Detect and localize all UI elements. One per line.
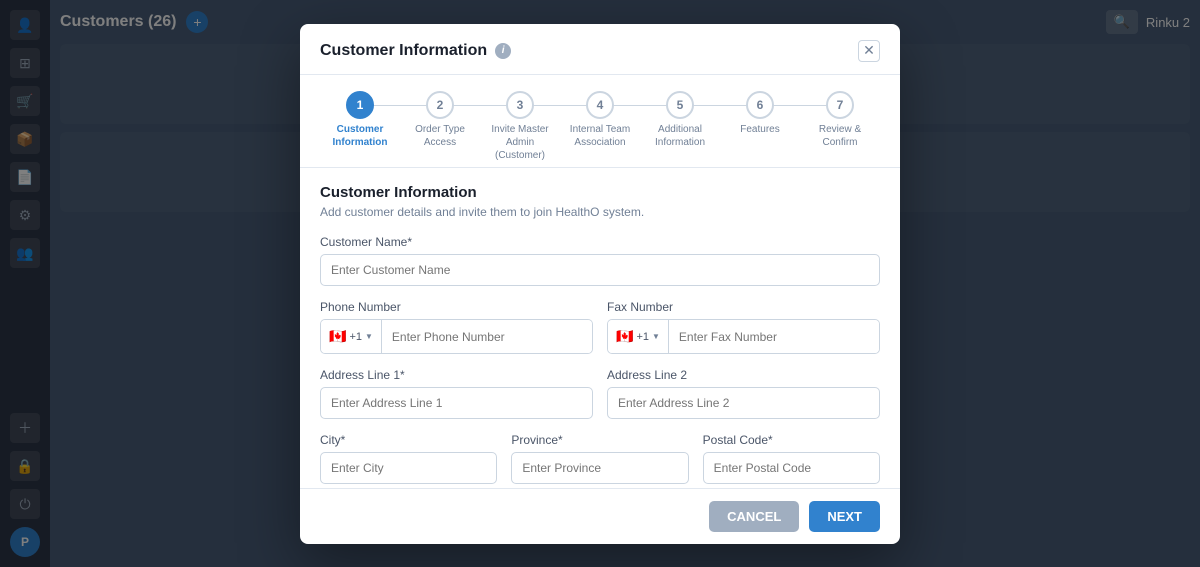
step-circle-6: 6 bbox=[746, 91, 774, 119]
step-label-5: AdditionalInformation bbox=[655, 123, 705, 149]
step-label-7: Review & Confirm bbox=[805, 123, 875, 149]
fax-chevron-icon: ▼ bbox=[652, 332, 660, 341]
address-row: Address Line 1* Address Line 2 bbox=[320, 368, 880, 433]
province-input[interactable] bbox=[511, 452, 688, 484]
fax-country-selector[interactable]: 🇨🇦 +1 ▼ bbox=[608, 320, 669, 353]
step-2[interactable]: 2 Order Type Access bbox=[400, 91, 480, 149]
fax-number-input[interactable] bbox=[669, 320, 879, 353]
address-line2-input[interactable] bbox=[607, 387, 880, 419]
phone-country-code: +1 bbox=[349, 331, 362, 343]
stepper: 1 CustomerInformation 2 Order Type Acces… bbox=[300, 75, 900, 169]
address-line1-input[interactable] bbox=[320, 387, 593, 419]
fax-input-group: 🇨🇦 +1 ▼ bbox=[607, 319, 880, 354]
address-line1-label: Address Line 1* bbox=[320, 368, 593, 382]
fax-number-label: Fax Number bbox=[607, 300, 880, 314]
step-circle-1: 1 bbox=[346, 91, 374, 119]
phone-country-selector[interactable]: 🇨🇦 +1 ▼ bbox=[321, 320, 382, 353]
customer-name-input[interactable] bbox=[320, 254, 880, 286]
fax-country-code: +1 bbox=[636, 331, 649, 343]
city-label: City* bbox=[320, 433, 497, 447]
step-circle-5: 5 bbox=[666, 91, 694, 119]
step-circle-4: 4 bbox=[586, 91, 614, 119]
cancel-button[interactable]: CANCEL bbox=[709, 501, 799, 532]
phone-chevron-icon: ▼ bbox=[365, 332, 373, 341]
phone-number-input[interactable] bbox=[382, 320, 592, 353]
phone-number-group: Phone Number 🇨🇦 +1 ▼ bbox=[320, 300, 593, 354]
phone-number-label: Phone Number bbox=[320, 300, 593, 314]
customer-name-label: Customer Name* bbox=[320, 235, 880, 249]
section-desc: Add customer details and invite them to … bbox=[320, 205, 880, 219]
next-button[interactable]: NEXT bbox=[809, 501, 880, 532]
step-3[interactable]: 3 Invite MasterAdmin (Customer) bbox=[480, 91, 560, 162]
modal-footer: CANCEL NEXT bbox=[300, 488, 900, 544]
step-6[interactable]: 6 Features bbox=[720, 91, 800, 136]
phone-fax-row: Phone Number 🇨🇦 +1 ▼ Fax Number bbox=[320, 300, 880, 368]
address-line2-label: Address Line 2 bbox=[607, 368, 880, 382]
postal-code-label: Postal Code* bbox=[703, 433, 880, 447]
city-group: City* bbox=[320, 433, 497, 484]
close-button[interactable]: ✕ bbox=[858, 40, 880, 62]
step-label-2: Order Type Access bbox=[405, 123, 475, 149]
modal-body: Customer Information Add customer detail… bbox=[300, 168, 900, 487]
city-input[interactable] bbox=[320, 452, 497, 484]
step-circle-3: 3 bbox=[506, 91, 534, 119]
fax-flag-icon: 🇨🇦 bbox=[616, 328, 633, 345]
step-label-3: Invite MasterAdmin (Customer) bbox=[485, 123, 555, 162]
phone-input-group: 🇨🇦 +1 ▼ bbox=[320, 319, 593, 354]
postal-code-input[interactable] bbox=[703, 452, 880, 484]
step-4[interactable]: 4 Internal TeamAssociation bbox=[560, 91, 640, 149]
modal-overlay: Customer Information i ✕ 1 CustomerInfor… bbox=[0, 0, 1200, 567]
step-label-1: CustomerInformation bbox=[333, 123, 388, 149]
postal-code-group: Postal Code* bbox=[703, 433, 880, 484]
phone-flag-icon: 🇨🇦 bbox=[329, 328, 346, 345]
modal-header: Customer Information i ✕ bbox=[300, 24, 900, 75]
step-label-6: Features bbox=[740, 123, 779, 136]
customer-information-modal: Customer Information i ✕ 1 CustomerInfor… bbox=[300, 24, 900, 544]
city-province-postal-row: City* Province* Postal Code* bbox=[320, 433, 880, 487]
section-title: Customer Information bbox=[320, 184, 880, 201]
fax-number-group: Fax Number 🇨🇦 +1 ▼ bbox=[607, 300, 880, 354]
address-line2-group: Address Line 2 bbox=[607, 368, 880, 419]
step-circle-7: 7 bbox=[826, 91, 854, 119]
province-label: Province* bbox=[511, 433, 688, 447]
modal-title-group: Customer Information i bbox=[320, 42, 511, 60]
step-5[interactable]: 5 AdditionalInformation bbox=[640, 91, 720, 149]
step-label-4: Internal TeamAssociation bbox=[570, 123, 630, 149]
customer-name-group: Customer Name* bbox=[320, 235, 880, 286]
step-1[interactable]: 1 CustomerInformation bbox=[320, 91, 400, 149]
info-icon[interactable]: i bbox=[495, 43, 511, 59]
address-line1-group: Address Line 1* bbox=[320, 368, 593, 419]
step-circle-2: 2 bbox=[426, 91, 454, 119]
step-7[interactable]: 7 Review & Confirm bbox=[800, 91, 880, 149]
modal-title-text: Customer Information bbox=[320, 42, 487, 60]
province-group: Province* bbox=[511, 433, 688, 484]
